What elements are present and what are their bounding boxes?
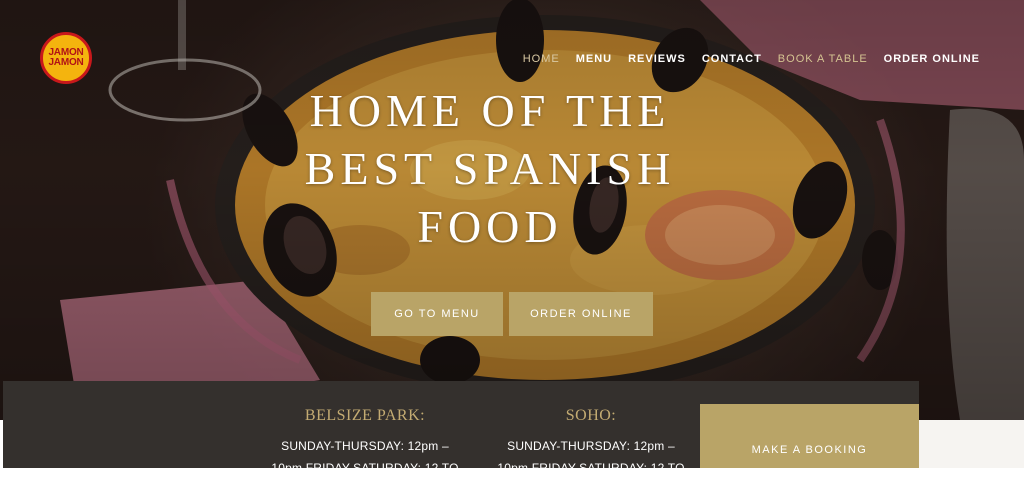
location-belsize-park: BELSIZE PARK: SUNDAY-THURSDAY: 12pm – 10… [265, 407, 465, 479]
nav-reviews[interactable]: REVIEWS [628, 53, 686, 65]
headline-line-1: HOME OF THE [309, 85, 671, 136]
location-soho: SOHO: SUNDAY-THURSDAY: 12pm – 10pm FRIDA… [491, 407, 691, 479]
order-online-button[interactable]: ORDER ONLINE [509, 292, 653, 336]
main-nav: HOME MENU REVIEWS CONTACT BOOK A TABLE O… [507, 53, 980, 65]
location-hours: SUNDAY-THURSDAY: 12pm – 10pm FRIDAY-SATU… [491, 435, 691, 479]
page-background-strip [919, 420, 1024, 468]
hours-line-1: SUNDAY-THURSDAY: 12pm – [507, 439, 675, 453]
make-a-booking-button[interactable]: MAKE A BOOKING [700, 404, 919, 468]
booking-label: MAKE A BOOKING [751, 444, 868, 456]
location-name: SOHO: [565, 407, 617, 424]
hero-headline: HOME OF THE BEST SPANISH FOOD [250, 82, 730, 256]
hours-line-2: 10pm FRIDAY-SATURDAY: 12 TO [271, 461, 459, 475]
logo-text-line2: JAMON [48, 57, 84, 68]
brand-logo[interactable]: JAMON JAMON [40, 32, 92, 84]
nav-order-online[interactable]: ORDER ONLINE [884, 53, 980, 65]
hours-line-2: 10pm FRIDAY-SATURDAY: 12 TO [497, 461, 685, 475]
location-name: BELSIZE PARK: [304, 407, 426, 424]
nav-book-a-table[interactable]: BOOK A TABLE [778, 53, 868, 65]
nav-menu[interactable]: MENU [576, 53, 612, 65]
headline-line-3: FOOD [417, 201, 563, 252]
go-to-menu-button[interactable]: GO TO MENU [371, 292, 503, 336]
location-hours: SUNDAY-THURSDAY: 12pm – 10pm FRIDAY-SATU… [265, 435, 465, 479]
hours-line-1: SUNDAY-THURSDAY: 12pm – [281, 439, 449, 453]
nav-contact[interactable]: CONTACT [702, 53, 762, 65]
headline-line-2: BEST SPANISH [304, 143, 676, 194]
nav-home[interactable]: HOME [523, 53, 560, 65]
